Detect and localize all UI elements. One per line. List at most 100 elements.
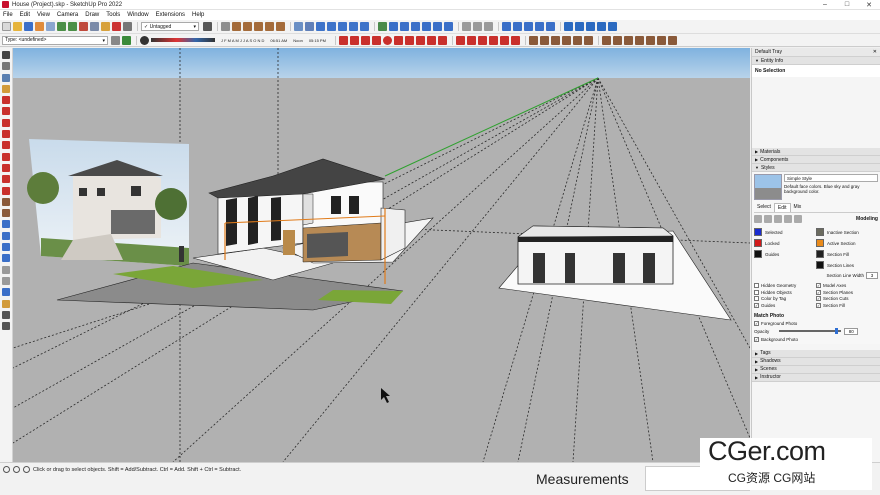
checkbox-hidden-objects[interactable]: Hidden Objects xyxy=(754,289,816,295)
text-tool-icon[interactable] xyxy=(561,35,571,45)
zoom-window-icon[interactable] xyxy=(422,22,431,31)
checkbox-section-fill[interactable]: ✓ Section Fill xyxy=(816,302,878,308)
style-thumbnail[interactable] xyxy=(754,174,782,200)
layout-icon[interactable] xyxy=(608,22,617,31)
color-active-section[interactable]: Active Section xyxy=(816,239,878,247)
foreground-photo-row[interactable]: ✓ Foreground Photo xyxy=(754,320,878,326)
share-model-icon[interactable] xyxy=(575,22,584,31)
shadow-date-slider[interactable]: J F M A M J J A S O N D xyxy=(151,38,264,43)
watermark-settings-icon[interactable] xyxy=(784,215,792,223)
tape-icon[interactable] xyxy=(2,197,10,206)
tab-mix[interactable]: Mix xyxy=(791,203,805,212)
panel-styles[interactable]: ▼ Styles xyxy=(752,164,880,172)
rotate-tool-icon[interactable] xyxy=(477,35,487,45)
section-side-icon[interactable] xyxy=(2,288,10,297)
monochrome-icon[interactable] xyxy=(360,22,369,31)
section-fill-icon[interactable] xyxy=(524,22,533,31)
save-icon[interactable] xyxy=(24,22,33,31)
opacity-slider[interactable] xyxy=(779,328,842,334)
close-button[interactable]: ✕ xyxy=(858,0,880,10)
previous-view-icon[interactable] xyxy=(444,22,453,31)
arc-tool-icon[interactable] xyxy=(404,35,414,45)
tape-measure-icon[interactable] xyxy=(528,35,538,45)
zoom-icon[interactable] xyxy=(411,22,420,31)
section-plane-icon[interactable] xyxy=(502,22,511,31)
pencil-icon[interactable] xyxy=(2,107,10,116)
edge-settings-icon[interactable] xyxy=(754,215,762,223)
axes-tool-icon[interactable] xyxy=(572,35,582,45)
redo-icon[interactable] xyxy=(68,22,77,31)
shaded-icon[interactable] xyxy=(338,22,347,31)
checkbox-model-axes[interactable]: ✓ Model Axes xyxy=(816,283,878,288)
menu-window[interactable]: Window xyxy=(127,12,148,18)
opacity-slider-handle[interactable] xyxy=(835,328,839,334)
push-pull-side-icon[interactable] xyxy=(2,163,10,172)
background-photo-row[interactable]: ✓ Background Photo xyxy=(754,336,878,342)
panel-shadows[interactable]: ▶ Shadows xyxy=(752,357,880,366)
circle-tool-icon[interactable] xyxy=(382,35,392,45)
orbit-side-icon[interactable] xyxy=(2,220,10,229)
pie-tool-icon[interactable] xyxy=(437,35,447,45)
warehouse-icon[interactable] xyxy=(564,22,573,31)
geo-location-icon[interactable] xyxy=(3,466,10,473)
front-view-icon[interactable] xyxy=(243,22,252,31)
hidden-line-icon[interactable] xyxy=(327,22,336,31)
rotate-icon[interactable] xyxy=(2,175,10,184)
freehand-icon[interactable] xyxy=(2,118,10,127)
tab-edit[interactable]: Edit xyxy=(773,203,791,212)
look-around-icon[interactable] xyxy=(484,22,493,31)
flag-icon[interactable] xyxy=(122,35,131,45)
checkbox-section-planes[interactable]: ✓ Section Planes xyxy=(816,289,878,295)
position-camera-icon[interactable] xyxy=(462,22,471,31)
shaded-textures-icon[interactable] xyxy=(349,22,358,31)
style-name-field[interactable]: Simple Style xyxy=(784,174,878,182)
menu-help[interactable]: Help xyxy=(192,12,204,18)
panel-scenes[interactable]: ▶ Scenes xyxy=(752,365,880,374)
orbit-icon[interactable] xyxy=(389,22,398,31)
section-line-width-input[interactable]: 3 xyxy=(866,272,878,279)
left-view-icon[interactable] xyxy=(276,22,285,31)
section-planes-toggle-icon[interactable] xyxy=(535,22,544,31)
user-icon[interactable] xyxy=(23,466,30,473)
text-icon[interactable] xyxy=(2,209,10,218)
line-tool-icon[interactable] xyxy=(338,35,348,45)
push-pull-icon[interactable] xyxy=(466,35,476,45)
menu-edit[interactable]: Edit xyxy=(20,12,30,18)
section-display-icon[interactable] xyxy=(546,22,555,31)
credits-icon[interactable] xyxy=(13,466,20,473)
stamp-icon[interactable] xyxy=(634,35,644,45)
right-view-icon[interactable] xyxy=(254,22,263,31)
sandbox-contours-icon[interactable] xyxy=(601,35,611,45)
walk-side-icon[interactable] xyxy=(2,265,10,274)
menu-view[interactable]: View xyxy=(37,12,50,18)
open-folder-icon[interactable] xyxy=(13,22,22,31)
move-tool-icon[interactable] xyxy=(455,35,465,45)
copy-icon[interactable] xyxy=(90,22,99,31)
face-settings-icon[interactable] xyxy=(764,215,772,223)
pan-icon[interactable] xyxy=(400,22,409,31)
panel-tags[interactable]: ▶ Tags xyxy=(752,349,880,358)
menu-tools[interactable]: Tools xyxy=(106,12,120,18)
undo-icon[interactable] xyxy=(57,22,66,31)
checkbox-section-cuts[interactable]: ✓ Section Cuts xyxy=(816,296,878,301)
sandbox-scratch-icon[interactable] xyxy=(612,35,622,45)
iso-view-icon[interactable] xyxy=(221,22,230,31)
tag-manager-icon[interactable] xyxy=(203,22,212,31)
xray-icon[interactable] xyxy=(294,22,303,31)
dimension-tool-icon[interactable] xyxy=(539,35,549,45)
paste-icon[interactable] xyxy=(101,22,110,31)
lasso-icon[interactable] xyxy=(2,62,10,71)
wireframe-icon[interactable] xyxy=(316,22,325,31)
back-edges-icon[interactable] xyxy=(305,22,314,31)
model-info-icon[interactable] xyxy=(46,22,55,31)
component-icon[interactable] xyxy=(2,73,10,82)
move-icon[interactable] xyxy=(2,152,10,161)
checkbox-guides[interactable]: ✓ Guides xyxy=(754,302,816,308)
smoove-icon[interactable] xyxy=(623,35,633,45)
menu-draw[interactable]: Draw xyxy=(85,12,99,18)
three-point-arc-icon[interactable] xyxy=(426,35,436,45)
zoom-extents-side-icon[interactable] xyxy=(2,254,10,263)
opacity-input[interactable]: 80 xyxy=(844,327,859,335)
eraser-icon[interactable] xyxy=(2,96,10,105)
panel-materials[interactable]: ▶ Materials xyxy=(752,148,880,156)
